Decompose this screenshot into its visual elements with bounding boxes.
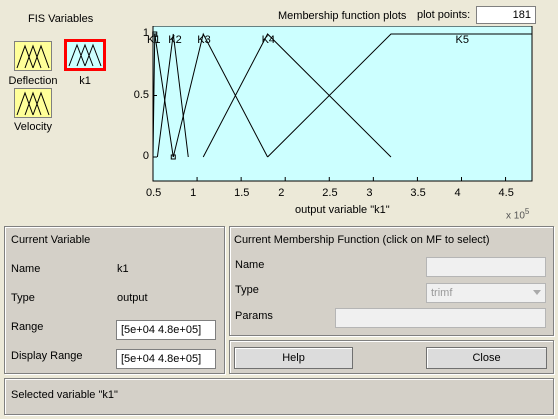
chevron-down-icon xyxy=(533,290,541,295)
variable-range-label: Range xyxy=(11,321,44,333)
current-mf-title: Current Membership Function (click on MF… xyxy=(234,234,490,246)
mf-label-k5: K5 xyxy=(455,34,468,46)
plot-points-label: plot points: xyxy=(417,9,471,21)
mf-label-k3: K3 xyxy=(197,34,210,46)
display-range-input[interactable]: [5e+04 4.8e+05] xyxy=(116,349,216,369)
x-tick-label: 4 xyxy=(454,187,461,199)
mf-label-k2: K2 xyxy=(168,34,181,46)
x-exponent-power: 5 xyxy=(524,207,530,216)
x-tick-label: 3 xyxy=(366,187,373,199)
variable-range-input[interactable]: [5e+04 4.8e+05] xyxy=(116,320,216,340)
current-variable-title: Current Variable xyxy=(11,234,91,246)
input-variable-velocity-label: Velocity xyxy=(14,121,52,133)
status-bar: Selected variable "k1" xyxy=(4,378,554,415)
close-button-label: Close xyxy=(472,352,501,364)
status-text: Selected variable "k1" xyxy=(11,389,118,401)
x-exponent-base: x 10 xyxy=(506,210,525,222)
x-tick-label: 0.5 xyxy=(146,187,162,199)
input-variable-deflection-icon[interactable] xyxy=(14,41,52,71)
output-variable-k1-label: k1 xyxy=(79,75,91,87)
y-tick-label: 0.5 xyxy=(133,88,149,101)
current-mf-panel: Current Membership Function (click on MF… xyxy=(229,226,554,336)
mf-label-k4: K4 xyxy=(262,34,275,46)
input-variable-velocity-icon[interactable] xyxy=(14,88,52,118)
plot-title: Membership function plots xyxy=(278,10,407,22)
mf-params-label: Params xyxy=(235,310,273,322)
x-axis-label: output variable "k1" xyxy=(295,204,390,216)
help-button[interactable]: Help xyxy=(234,347,353,369)
plot-points-input[interactable]: 181 xyxy=(476,6,536,24)
x-tick-label: 1.5 xyxy=(234,187,250,199)
x-tick-label: 1 xyxy=(190,187,197,199)
display-range-label: Display Range xyxy=(11,350,83,362)
x-tick-label: 2 xyxy=(278,187,285,199)
variable-type-label: Type xyxy=(11,292,35,304)
mf-name-label: Name xyxy=(235,259,265,271)
mf-name-input[interactable] xyxy=(426,257,546,277)
close-button[interactable]: Close xyxy=(426,347,547,369)
x-tick-label: 3.5 xyxy=(410,187,426,199)
help-button-label: Help xyxy=(282,352,305,364)
x-tick-label: 4.5 xyxy=(498,187,514,199)
mf-type-label: Type xyxy=(235,284,259,296)
x-axis-exponent: x 105 xyxy=(506,207,529,221)
input-variable-deflection-label: Deflection xyxy=(8,75,58,87)
output-variable-k1-icon[interactable] xyxy=(64,39,106,71)
y-tick-label: 0 xyxy=(142,150,149,162)
mf-params-input[interactable] xyxy=(335,308,546,328)
variable-type-value: output xyxy=(117,292,148,304)
x-tick-label: 2.5 xyxy=(322,187,338,199)
top-panel: FIS Variables Deflection Velocity k1 Mem… xyxy=(0,0,558,222)
mf-type-select[interactable]: trimf xyxy=(426,283,546,303)
y-tick-label: 1 xyxy=(142,27,149,39)
variable-name-label: Name xyxy=(11,263,41,275)
mf-type-value: trimf xyxy=(431,287,453,299)
fis-variables-title: FIS Variables xyxy=(28,13,94,25)
current-variable-panel: Current Variable Name k1 Type output Ran… xyxy=(4,226,225,374)
variable-name-value: k1 xyxy=(117,263,129,275)
membership-function-plot[interactable]: K1 K2 K3 K4 K5 xyxy=(140,26,540,201)
plot-background xyxy=(152,26,533,182)
buttons-panel: Help Close xyxy=(229,340,554,374)
